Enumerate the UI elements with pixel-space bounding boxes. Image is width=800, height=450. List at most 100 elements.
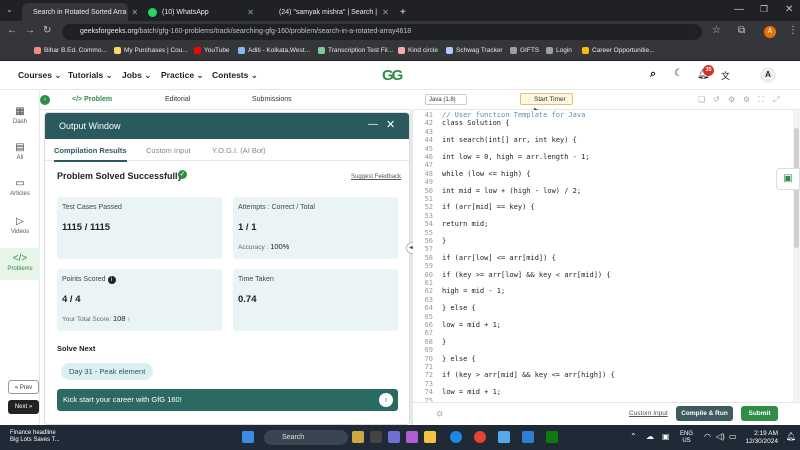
menu-jobs[interactable]: Jobs ⌄ [122,70,151,81]
copilot-icon[interactable] [406,431,418,443]
app-icon[interactable] [522,431,534,443]
tray-app-icon[interactable]: ▣ [662,432,670,441]
bookmark-item[interactable]: Bihar B.Ed. Commo... [34,47,107,54]
rail-item-dash[interactable]: ▦ Dash [0,106,40,125]
custom-input-link[interactable]: Custom Input [629,410,668,417]
input-language[interactable]: ENG US [680,431,693,445]
next-button[interactable]: Next » [8,400,39,414]
code-line[interactable]: 57 [413,245,793,253]
bookmark-item[interactable]: Career Opportunitie... [582,47,655,54]
translate-icon[interactable]: 文 [721,69,730,82]
close-tab-icon[interactable]: ✕ [382,8,389,17]
reset-icon[interactable]: ↺ [713,95,720,104]
code-line[interactable]: 49 [413,178,793,186]
back-icon[interactable]: ← [7,25,17,36]
bookmark-item[interactable]: GIFTS [510,47,539,54]
collapse-rail-icon[interactable]: › [40,95,50,105]
code-line[interactable]: 48 while (low <= high) { [413,170,793,178]
profile-avatar[interactable]: A [764,26,776,38]
new-tab-button[interactable]: + [394,3,412,21]
settings-alt-icon[interactable]: ⚙ [743,95,750,104]
code-line[interactable]: 50 int mid = low + (high - low) / 2; [413,187,793,195]
volume-icon[interactable]: ◁) [716,432,725,441]
code-line[interactable]: 43 [413,128,793,136]
widgets-icon[interactable] [352,431,364,443]
code-line[interactable]: 53 [413,212,793,220]
prev-button[interactable]: « Prev [8,380,39,394]
chat-icon[interactable]: ▣ [776,168,800,190]
tab-compilation-results[interactable]: Compilation Results [54,146,127,162]
code-line[interactable]: 55 [413,229,793,237]
submit-button[interactable]: Submit [741,406,778,421]
code-line[interactable]: 62 high = mid - 1; [413,287,793,295]
fullscreen-icon[interactable]: ⛶ [758,95,764,105]
windows-start-icon[interactable] [242,431,254,443]
code-line[interactable]: 54 return mid; [413,220,793,228]
rail-item-articles[interactable]: ▭ Articles [0,178,40,197]
theme-sun-icon[interactable]: ☼ [435,408,444,419]
tab-yogi-ai-bot[interactable]: Y.O.G.I. (AI Bot) [212,146,266,155]
code-line[interactable]: 63 [413,296,793,304]
expand-icon[interactable]: ⤢ [773,95,779,105]
maximize-window-icon[interactable]: ❐ [760,4,768,15]
code-line[interactable]: 58 if (arr[low] <= arr[mid]) { [413,254,793,262]
tray-chevron-icon[interactable]: ⌃ [630,432,637,441]
code-line[interactable]: 73 [413,380,793,388]
xbox-icon[interactable] [546,431,558,443]
code-line[interactable]: 64} else { [413,304,793,312]
code-line[interactable]: 41 // User function Template for Java [413,111,793,119]
notification-icon[interactable]: 🔔︎ [786,432,796,441]
tray-app-icon[interactable]: ☁ [646,432,654,441]
code-line[interactable]: 61 [413,279,793,287]
tab-problem[interactable]: </> Problem [72,96,112,103]
menu-contests[interactable]: Contests ⌄ [212,70,258,81]
menu-practice[interactable]: Practice ⌄ [161,70,204,81]
bookmark-item[interactable]: Aditi - Kolkata,West... [238,47,310,54]
code-line[interactable]: 65 [413,313,793,321]
close-icon[interactable]: ✕ [386,118,395,131]
system-clock[interactable]: 2:19 AM 12/30/2024 [740,430,778,446]
code-line[interactable]: 45 [413,145,793,153]
forward-icon[interactable]: → [25,25,35,36]
tab-search-icon[interactable]: ⌄ [6,5,13,14]
code-line[interactable]: 69 [413,346,793,354]
close-tab-icon[interactable]: ✕ [131,8,138,17]
bookmark-item[interactable]: Schwag Tracker [446,47,503,54]
bookmark-item[interactable]: My Purchases | Cou... [114,47,188,54]
code-line[interactable]: 42 class Solution { [413,119,793,127]
suggest-feedback-link[interactable]: Suggest Feedback [351,174,401,180]
news-widget[interactable]: Finance headline Big Lots Saves T... [10,430,60,444]
close-window-icon[interactable]: ✕ [785,4,793,15]
code-line[interactable]: 52 if (arr[mid] == key) { [413,203,793,211]
tab-editorial[interactable]: Editorial [165,96,190,103]
browser-tab-1[interactable]: (10) WhatsApp ✕ [142,3,260,21]
close-tab-icon[interactable]: ✕ [247,8,254,17]
gfg-logo[interactable]: GG [382,67,403,84]
teams-icon[interactable] [388,431,400,443]
url-input[interactable]: geeksforgeeks.org/batch/gfg-160-problems… [62,24,702,40]
code-line[interactable]: 46 int low = 0, high = arr.length - 1; [413,153,793,161]
code-line[interactable]: 67 [413,329,793,337]
code-line[interactable]: 72 if (key > arr[mid] && key <= arr[high]… [413,371,793,379]
code-line[interactable]: 71 [413,363,793,371]
start-timer-button[interactable]: Start Timer ▶ [520,93,573,114]
task-view-icon[interactable] [370,431,382,443]
code-line[interactable]: 59 [413,262,793,270]
browser-menu-icon[interactable]: ⋮ [788,25,798,36]
bookmark-item[interactable]: Login [546,47,572,54]
settings-icon[interactable]: ⚙ [728,95,735,104]
rail-item-all[interactable]: ▤ All [0,142,40,161]
tab-custom-input[interactable]: Custom Input [146,146,191,155]
copy-icon[interactable]: ❏ [698,95,705,104]
code-line[interactable]: 51 [413,195,793,203]
menu-courses[interactable]: Courses ⌄ [18,70,62,81]
bookmark-item[interactable]: Kind circle [398,47,438,54]
bookmark-item[interactable]: Transcription Test Fil... [318,47,393,54]
browser-tab-0[interactable]: Search in Rotated Sorted Arra ✕ [22,3,138,21]
browser-tab-2[interactable]: (24) "samyak mishra" | Search | ✕ [268,3,390,21]
language-select[interactable]: Java (1.8) [425,94,467,105]
user-avatar[interactable]: A [760,67,776,83]
compile-run-button[interactable]: Compile & Run [676,406,733,421]
code-editor[interactable]: 41 // User function Template for Java 42 cl… [413,110,793,402]
battery-icon[interactable]: ▭ [729,432,737,441]
